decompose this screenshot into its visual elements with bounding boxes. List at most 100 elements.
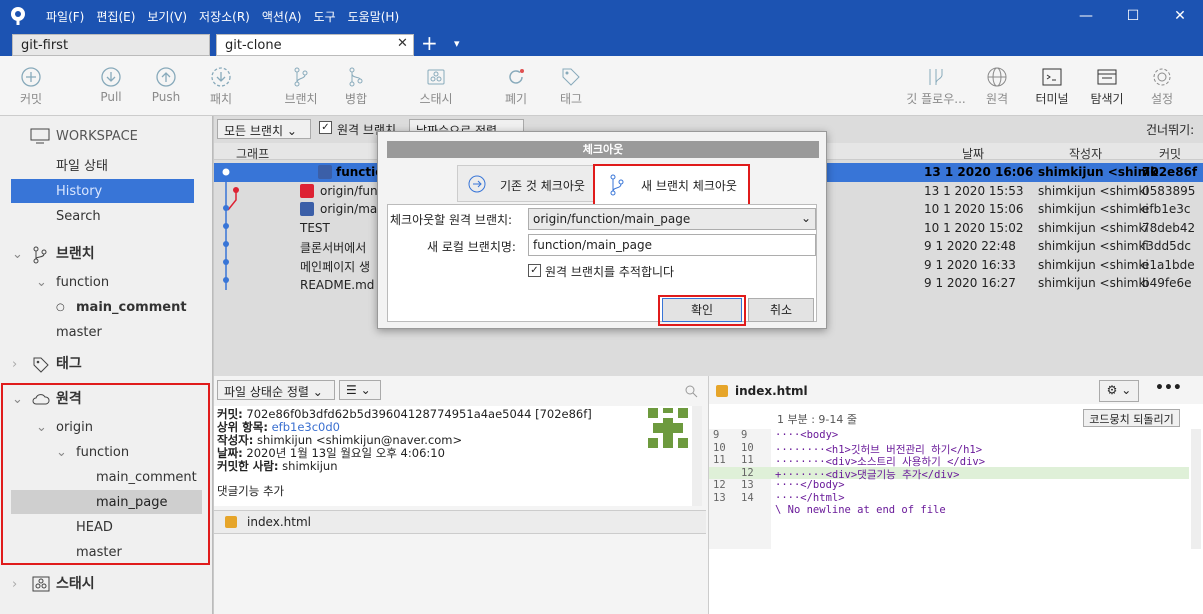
stash-button[interactable]: 스태시 [406,56,466,116]
menu-actions[interactable]: 액션(A) [256,8,308,25]
add-tab-button[interactable]: + [421,31,438,55]
sidebar-item-remote-function[interactable]: ⌄ function [0,440,213,465]
commit-hash: 0583895 [1142,183,1196,198]
sidebar-item-file-status[interactable]: 파일 상태 [0,154,213,179]
tab-git-clone[interactable]: git-clone [216,34,414,56]
date-column-header[interactable]: 날짜 [962,145,984,162]
chevron-down-icon: ⌄ [36,275,47,290]
sidebar-item-remote-head[interactable]: HEAD [0,515,213,540]
sidebar: WORKSPACE 파일 상태 History Search ⌄ 브랜치 ⌄ f… [0,116,213,614]
commit-message: 댓글기능 추가 [217,484,285,498]
remote-branch-value: origin/function/main_page [533,212,691,226]
remote-branches-checkbox[interactable]: ✓ [319,121,332,134]
fetch-button[interactable]: 패치 [191,56,251,116]
workspace-label: WORKSPACE [56,129,138,144]
author-column-header[interactable]: 작성자 [1069,145,1102,162]
search-icon[interactable] [684,384,698,398]
minimize-button[interactable]: — [1063,0,1109,32]
view-mode-dropdown[interactable]: ☰ ⌄ [339,380,381,400]
sidebar-item-remote-main-comment[interactable]: main_comment [0,465,213,490]
git-flow-button[interactable]: 깃 플로우... [898,56,974,116]
commit-date: 10 1 2020 15:02 [924,220,1024,235]
new-line-number: 9 [741,429,748,441]
sidebar-item-remote-master[interactable]: master [0,540,213,565]
cancel-button[interactable]: 취소 [748,298,814,322]
branches-section[interactable]: ⌄ 브랜치 [0,242,213,267]
sidebar-item-function[interactable]: ⌄ function [0,270,213,295]
sidebar-item-origin[interactable]: ⌄ origin [0,415,213,440]
menu-help[interactable]: 도움말(H) [342,8,406,25]
pull-button[interactable]: Pull [81,56,141,116]
details-scrollbar[interactable] [692,406,702,506]
commit-date: 9 1 2020 22:48 [924,239,1016,253]
sidebar-item-remote-main-page[interactable]: main_page [11,490,202,514]
branch-badge-icon [300,183,314,198]
all-branches-dropdown[interactable]: 모든 브랜치 ⌄ [217,119,311,139]
stashes-section[interactable]: › 스태시 [0,572,213,597]
push-button[interactable]: Push [136,56,196,116]
commit-column-header[interactable]: 커밋 [1159,145,1181,162]
tab-close-icon[interactable]: ✕ [397,36,408,51]
commit-label: 커밋 [19,92,43,106]
git-flow-label: 깃 플로우... [906,92,966,106]
diff-scrollbar[interactable] [1191,429,1201,549]
file-list-item[interactable]: index.html [214,510,706,534]
workspace-header: WORKSPACE [0,124,213,149]
tab-git-first[interactable]: git-first [12,34,210,56]
remotes-label: 원격 [56,391,82,407]
merge-button[interactable]: 병합 [326,56,386,116]
remotes-section[interactable]: ⌄ 원격 [0,387,213,412]
remote-branch-select[interactable]: origin/function/main_page ⌄ [528,208,816,230]
chevron-right-icon: › [12,577,18,592]
discard-button[interactable]: 폐기 [486,56,546,116]
terminal-button[interactable]: 터미널 [1022,56,1082,116]
pull-label: Pull [100,90,122,104]
local-branch-input[interactable]: function/main_page [528,234,816,256]
commit-icon [21,67,41,87]
file-sort-dropdown[interactable]: 파일 상태순 정렬 ⌄ [217,380,335,400]
master-label: master [56,325,102,340]
arrow-right-circle-icon [468,175,486,193]
globe-icon [987,67,1007,87]
old-line-number: 9 [713,429,720,441]
diff-settings-button[interactable]: ⚙ ⌄ [1099,380,1139,402]
settings-button[interactable]: 설정 [1132,56,1192,116]
close-window-button[interactable]: ✕ [1157,0,1203,32]
menu-edit[interactable]: 편집(E) [90,8,141,25]
remote-button[interactable]: 원격 [967,56,1027,116]
title-bar: 파일(F) 편집(E) 보기(V) 저장소(R) 액션(A) 도구 도움말(H)… [0,0,1203,32]
maximize-button[interactable]: ☐ [1110,0,1156,32]
tags-section[interactable]: › 태그 [0,352,213,377]
branch-button[interactable]: 브랜치 [271,56,331,116]
sidebar-item-main-comment[interactable]: ○ main_comment [0,295,213,320]
remote-head-label: HEAD [76,520,113,535]
menu-repository[interactable]: 저장소(R) [193,8,256,25]
menu-bar: 파일(F) 편집(E) 보기(V) 저장소(R) 액션(A) 도구 도움말(H) [40,0,405,32]
stashes-label: 스태시 [56,576,95,592]
tab-menu-chevron-icon[interactable]: ▾ [454,37,460,50]
commit-description: 메인페이지 생 [300,259,371,274]
tab-checkout-new-branch[interactable]: 새 브랜치 체크아웃 [593,164,750,206]
tab-label: git-clone [225,38,282,53]
menu-file[interactable]: 파일(F) [40,8,90,25]
file-list-name: index.html [247,515,311,529]
commit-button[interactable]: 커밋 [1,56,61,116]
stash-label: 스태시 [419,92,453,106]
function-label: function [56,275,110,290]
ok-button[interactable]: 확인 [662,298,742,322]
menu-view[interactable]: 보기(V) [141,8,193,25]
tab-checkout-existing[interactable]: 기존 것 체크아웃 [457,165,605,202]
old-line-number: 13 [713,491,726,504]
sidebar-item-search[interactable]: Search [0,204,213,229]
more-options-icon[interactable]: ••• [1155,380,1182,396]
parent-link[interactable]: efb1e3c0d0 [272,420,340,434]
sidebar-item-history[interactable]: History [11,179,194,203]
sidebar-item-master[interactable]: master [0,320,213,345]
dialog-title: 체크아웃 [387,141,819,158]
explorer-button[interactable]: 탐색기 [1077,56,1137,116]
revert-hunk-button[interactable]: 코드뭉치 되돌리기 [1083,409,1180,427]
track-remote-checkbox[interactable]: ✓ [528,264,541,277]
menu-tools[interactable]: 도구 [308,8,342,25]
commit-author: shimkijun <shimki [1038,183,1149,198]
tag-button[interactable]: 태그 [541,56,601,116]
